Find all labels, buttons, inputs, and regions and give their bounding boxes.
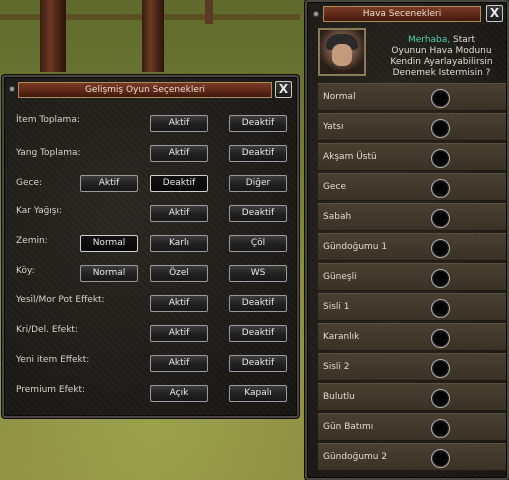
night-other-button[interactable]: Diğer	[229, 175, 287, 192]
ground-snowy-button[interactable]: Karlı	[150, 235, 208, 252]
radio-icon[interactable]	[431, 149, 450, 168]
weather-option-label: Sisli 2	[323, 362, 350, 372]
close-button[interactable]: X	[275, 81, 292, 98]
snowfall-off-button[interactable]: Deaktif	[229, 205, 287, 222]
window-title: Gelişmiş Oyun Seçenekleri	[18, 82, 272, 98]
background-tree	[142, 0, 164, 72]
weather-option-sisli-1[interactable]: Sisli 1	[318, 293, 506, 321]
greeting-line: Kendin Ayarlayabilirsin	[390, 57, 493, 67]
weather-option-label: Gün Batımı	[323, 422, 374, 432]
weather-option-gece[interactable]: Gece	[318, 173, 506, 201]
potion-effect-off-button[interactable]: Deaktif	[229, 295, 287, 312]
radio-icon[interactable]	[431, 209, 450, 228]
background-tree	[205, 0, 213, 24]
radio-icon[interactable]	[431, 89, 450, 108]
weather-option-label: Akşam Üstü	[323, 152, 377, 162]
weather-option-label: Sabah	[323, 212, 352, 222]
radio-icon[interactable]	[431, 389, 450, 408]
premium-effect-off-button[interactable]: Kapalı	[229, 385, 287, 402]
advanced-options-window: Gelişmiş Oyun Seçenekleri X İtem Toplama…	[2, 75, 299, 418]
weather-option-aksam-ustu[interactable]: Akşam Üstü	[318, 143, 506, 171]
potion-effect-label: Yesil/Mor Pot Effekt:	[16, 295, 105, 305]
crit-effect-off-button[interactable]: Deaktif	[229, 325, 287, 342]
weather-option-label: Gündoğumu 1	[323, 242, 388, 252]
close-button[interactable]: X	[486, 5, 503, 22]
night-on-button[interactable]: Aktif	[80, 175, 138, 192]
village-label: Köy:	[16, 266, 35, 276]
weather-option-label: Gündoğumu 2	[323, 452, 388, 462]
weather-option-normal[interactable]: Normal	[318, 83, 506, 111]
ground-label: Zemin:	[16, 236, 48, 246]
weather-option-label: Bulutlu	[323, 392, 355, 402]
village-normal-button[interactable]: Normal	[80, 265, 138, 282]
greeting-line: Denemek Istermisin ?	[392, 68, 491, 78]
npc-greeting: Merhaba, Start Oyunun Hava Modunu Kendin…	[379, 35, 504, 79]
portrait-face	[332, 44, 352, 66]
weather-option-label: Yatsı	[323, 122, 344, 132]
pin-icon	[9, 86, 15, 92]
radio-icon[interactable]	[431, 359, 450, 378]
potion-effect-on-button[interactable]: Aktif	[150, 295, 208, 312]
weather-option-label: Normal	[323, 92, 356, 102]
item-pickup-off-button[interactable]: Deaktif	[229, 115, 287, 132]
weather-option-yatsi[interactable]: Yatsı	[318, 113, 506, 141]
weather-option-label: Sisli 1	[323, 302, 350, 312]
pin-icon	[313, 11, 319, 17]
weather-option-label: Gece	[323, 182, 346, 192]
new-item-effect-label: Yeni item Effekt:	[16, 355, 90, 365]
crit-effect-on-button[interactable]: Aktif	[150, 325, 208, 342]
weather-option-label: Karanlık	[323, 332, 360, 342]
yang-pickup-label: Yang Toplama:	[16, 148, 81, 158]
snowfall-on-button[interactable]: Aktif	[150, 205, 208, 222]
weather-option-gundogumu-1[interactable]: Gündoğumu 1	[318, 233, 506, 261]
premium-effect-on-button[interactable]: Açık	[150, 385, 208, 402]
weather-option-sisli-2[interactable]: Sisli 2	[318, 353, 506, 381]
new-item-effect-on-button[interactable]: Aktif	[150, 355, 208, 372]
weather-options-window: Hava Secenekleri X Merhaba, Start Oyunun…	[305, 0, 509, 480]
item-pickup-label: İtem Toplama:	[16, 115, 80, 125]
window-title: Hava Secenekleri	[323, 6, 481, 22]
night-label: Gece:	[16, 178, 43, 188]
weather-option-bulutlu[interactable]: Bulutlu	[318, 383, 506, 411]
greeting-hello: Merhaba,	[407, 35, 451, 45]
background-tree	[40, 0, 66, 72]
night-off-button[interactable]: Deaktif	[150, 175, 208, 192]
weather-option-karanlik[interactable]: Karanlık	[318, 323, 506, 351]
weather-option-sabah[interactable]: Sabah	[318, 203, 506, 231]
greeting-start: Start	[453, 35, 476, 45]
item-pickup-on-button[interactable]: Aktif	[150, 115, 208, 132]
radio-icon[interactable]	[431, 119, 450, 138]
npc-portrait	[318, 28, 366, 76]
radio-icon[interactable]	[431, 239, 450, 258]
yang-pickup-off-button[interactable]: Deaktif	[229, 145, 287, 162]
greeting-line: Oyunun Hava Modunu	[391, 46, 492, 56]
radio-icon[interactable]	[431, 449, 450, 468]
ground-normal-button[interactable]: Normal	[80, 235, 138, 252]
village-special-button[interactable]: Özel	[150, 265, 208, 282]
ground-desert-button[interactable]: Çöl	[229, 235, 287, 252]
snowfall-label: Kar Yağışı:	[16, 206, 63, 216]
village-ws-button[interactable]: WS	[229, 265, 287, 282]
radio-icon[interactable]	[431, 299, 450, 318]
weather-option-guneşli[interactable]: Güneşli	[318, 263, 506, 291]
crit-effect-label: Kri/Del. Efekt:	[16, 325, 78, 335]
yang-pickup-on-button[interactable]: Aktif	[150, 145, 208, 162]
radio-icon[interactable]	[431, 179, 450, 198]
weather-option-gundogumu-2[interactable]: Gündoğumu 2	[318, 443, 506, 471]
radio-icon[interactable]	[431, 419, 450, 438]
new-item-effect-off-button[interactable]: Deaktif	[229, 355, 287, 372]
radio-icon[interactable]	[431, 329, 450, 348]
weather-option-label: Güneşli	[323, 272, 357, 282]
weather-option-gun-batimi[interactable]: Gün Batımı	[318, 413, 506, 441]
radio-icon[interactable]	[431, 269, 450, 288]
premium-effect-label: Premium Efekt:	[16, 385, 86, 395]
